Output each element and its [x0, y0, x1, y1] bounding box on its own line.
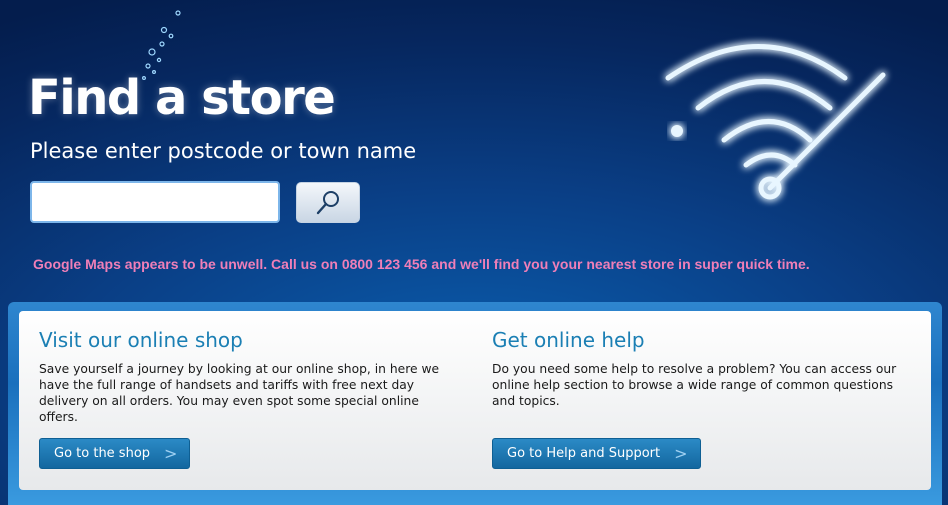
- chevron-right-icon: >: [674, 444, 688, 463]
- go-to-help-label: Go to Help and Support: [507, 446, 661, 461]
- shop-description: Save yourself a journey by looking at ou…: [39, 362, 440, 424]
- wifi-signal-icon: [665, 44, 886, 200]
- go-to-shop-button[interactable]: Go to the shop >: [39, 438, 191, 469]
- search-prompt: Please enter postcode or town name: [30, 139, 417, 163]
- go-to-help-button[interactable]: Go to Help and Support >: [492, 438, 701, 469]
- chevron-right-icon: >: [164, 444, 178, 463]
- search-button[interactable]: [296, 182, 360, 223]
- go-to-shop-label: Go to the shop: [54, 446, 151, 461]
- page-title: Find a store: [28, 70, 336, 126]
- help-heading: Get online help: [492, 328, 645, 352]
- promo-panel: Visit our online shop Save yourself a jo…: [19, 311, 931, 490]
- help-description: Do you need some help to resolve a probl…: [492, 362, 897, 408]
- postcode-input[interactable]: [30, 181, 280, 223]
- shop-heading: Visit our online shop: [39, 328, 243, 352]
- maps-error-message: Google Maps appears to be unwell. Call u…: [33, 256, 810, 272]
- magnifier-icon: [316, 190, 339, 214]
